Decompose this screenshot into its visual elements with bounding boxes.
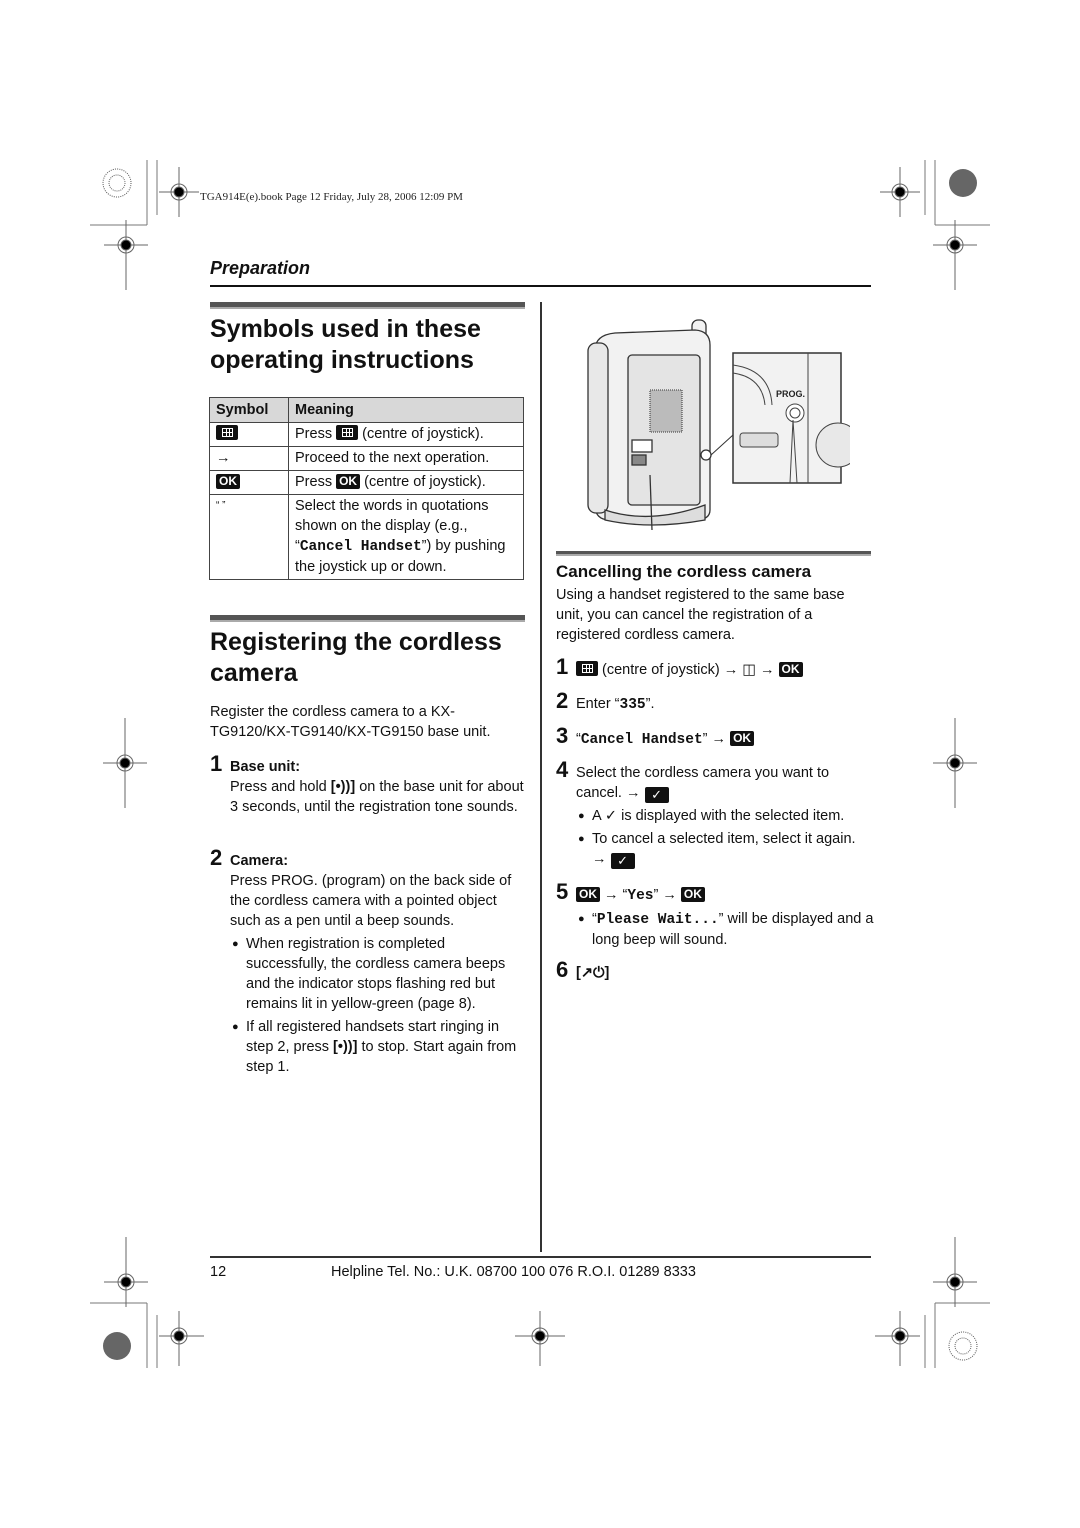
cancel-step-4: 4 Select the cordless camera you want to… — [556, 759, 874, 869]
table-header-row: Symbol Meaning — [209, 397, 524, 423]
check-key-icon: ✓ — [644, 787, 669, 803]
table-row: OK Press OK (centre of joystick). — [209, 470, 524, 495]
header-meaning: Meaning — [288, 397, 524, 423]
arrow-icon: → — [592, 851, 607, 867]
arrow-icon: → — [209, 446, 289, 471]
table-row: “ ” Select the words in quotations shown… — [209, 494, 524, 580]
bullet-item: When registration is completed successfu… — [230, 934, 528, 1014]
ok-key-icon: OK — [778, 662, 803, 677]
arrow-icon: → — [625, 785, 641, 801]
bullet-item: If all registered handsets start ringing… — [230, 1017, 528, 1077]
ok-key-icon: OK — [336, 474, 361, 489]
book-info: TGA914E(e).book Page 12 Friday, July 28,… — [200, 191, 463, 203]
menu-key-icon — [336, 425, 359, 440]
ok-key-icon: OK — [216, 474, 240, 489]
arrow-icon: → — [759, 662, 775, 678]
symbols-table: Symbol Meaning Press (centre of joystick… — [209, 397, 524, 580]
heading-bar — [210, 302, 525, 309]
heading-bar — [210, 615, 525, 622]
bullet-item: A ✓ is displayed with the selected item. — [576, 806, 874, 826]
cancel-step-5: 5 OK → “Yes” → OK “Please Wait...” will … — [556, 881, 874, 950]
cancel-intro: Using a handset registered to the same b… — [556, 587, 845, 643]
register-step-1: 1 Base unit: Press and hold [•))] on the… — [210, 751, 524, 816]
footer-rule — [210, 1256, 871, 1258]
register-intro: Register the cordless camera to a KX-TG9… — [210, 704, 491, 740]
menu-key-icon — [216, 425, 238, 440]
register-step-2: 2 Camera: Press PROG. (program) on the b… — [210, 847, 528, 1077]
heading-bar — [556, 551, 871, 556]
ok-key-icon: OK — [576, 887, 600, 902]
header-symbol: Symbol — [209, 397, 289, 423]
ok-key-icon: OK — [730, 731, 755, 746]
bullet-item: “Please Wait...” will be displayed and a… — [576, 909, 874, 950]
intercom-key-icon: [•))] — [330, 779, 356, 795]
cancel-step-1: 1 (centre of joystick) → ◫ → OK — [556, 656, 874, 680]
cancel-step-6: 6 [↗⏻] — [556, 957, 610, 982]
off-key-icon: [↗⏻] — [576, 965, 610, 981]
cancel-heading: Cancelling the cordless camera — [556, 562, 812, 581]
check-icon: ✓ — [604, 808, 618, 824]
register-heading: Registering the cordless camera — [210, 628, 502, 687]
symbols-heading: Symbols used in these operating instruct… — [210, 315, 481, 374]
check-key-icon: ✓ — [610, 853, 635, 869]
arrow-icon: → — [711, 731, 727, 747]
prog-label: PROG. — [776, 389, 805, 399]
arrow-icon: → — [604, 887, 619, 903]
helpline-text: Helpline Tel. No.: U.K. 08700 100 076 R.… — [331, 1264, 696, 1280]
ok-key-icon: OK — [680, 887, 705, 902]
camera-illustration: PROG. — [587, 319, 850, 530]
arrow-icon: → — [723, 662, 739, 678]
cancel-step-2: 2 Enter “335”. — [556, 688, 655, 714]
bullet-item: To cancel a selected item, select it aga… — [576, 829, 874, 869]
column-divider — [540, 302, 542, 1252]
camera-menu-icon: ◫ — [742, 662, 756, 678]
intercom-key-icon: [•))] — [333, 1039, 358, 1055]
table-row: → Proceed to the next operation. — [209, 446, 524, 471]
menu-key-icon — [576, 661, 598, 676]
section-title: Preparation — [210, 258, 311, 278]
page-number: 12 — [210, 1264, 227, 1280]
quotes-icon: “ ” — [209, 494, 289, 580]
cancel-step-3: 3 “Cancel Handset” → OK — [556, 725, 874, 750]
table-row: Press (centre of joystick). — [209, 422, 524, 447]
section-divider — [210, 285, 871, 287]
arrow-icon: → — [662, 887, 677, 903]
